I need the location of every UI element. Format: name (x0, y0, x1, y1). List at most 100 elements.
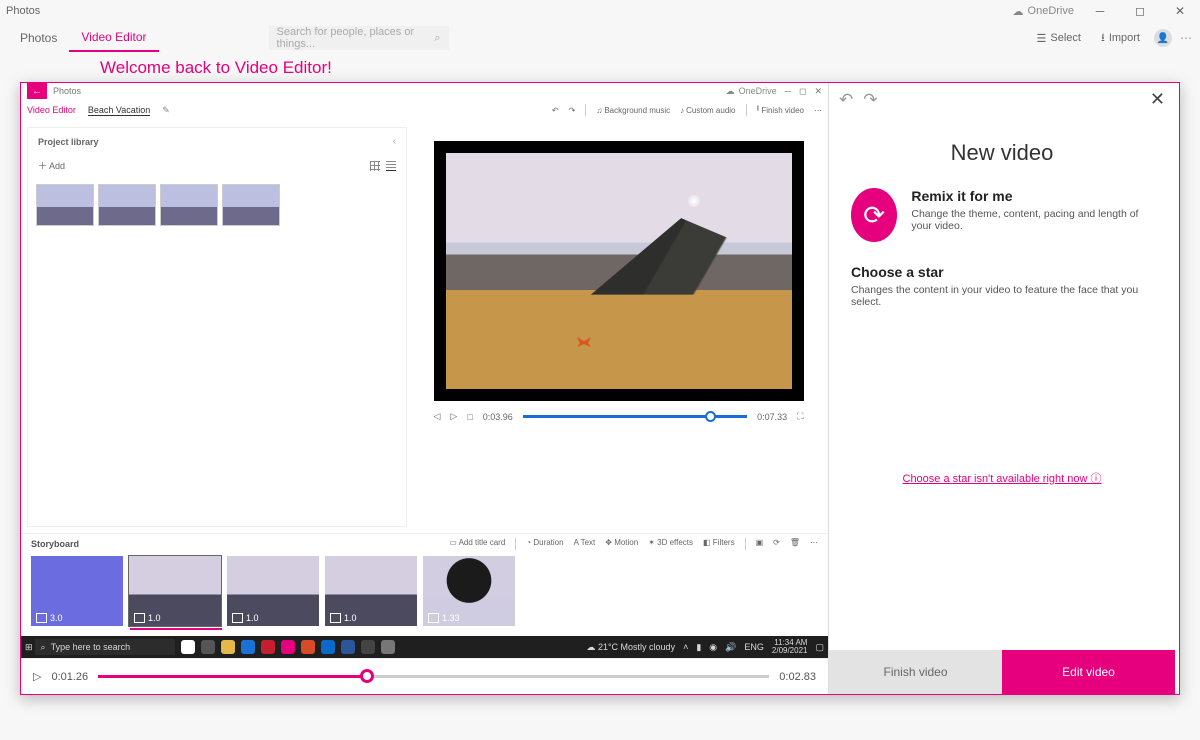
inner-minimize[interactable]: ─ (785, 86, 791, 96)
bg-music-button[interactable]: ♫ Background music (596, 106, 670, 115)
play-button[interactable]: ▷ (450, 411, 457, 422)
panel-undo-icon[interactable]: ↶ (839, 90, 853, 110)
inner-more-icon[interactable]: ⋯ (814, 106, 822, 115)
filters-button[interactable]: ◧ Filters (703, 538, 735, 550)
edit-video-button[interactable]: Edit video (1002, 650, 1175, 694)
more-icon[interactable]: ⋯ (1180, 31, 1192, 45)
motion-button[interactable]: ✥ Motion (605, 538, 638, 550)
taskview-icon[interactable] (201, 640, 215, 654)
taskbar-search[interactable]: ⌕Type here to search (35, 639, 175, 655)
onedrive-label[interactable]: OneDrive (1028, 5, 1074, 17)
prev-frame-button[interactable]: ◁ (434, 411, 441, 422)
finish-video-button[interactable]: Finish video (829, 650, 1002, 694)
avatar[interactable]: 👤 (1154, 29, 1172, 47)
app-icon[interactable] (321, 640, 335, 654)
library-thumb[interactable] (160, 184, 218, 226)
inner-maximize[interactable]: ◻ (799, 86, 806, 97)
timeline-handle[interactable] (360, 669, 374, 683)
stop-button[interactable]: □ (467, 412, 472, 422)
edge-icon[interactable] (241, 640, 255, 654)
add-title-card-button[interactable]: ▭ Add title card (449, 538, 505, 550)
clip-duration: 1.0 (232, 613, 259, 623)
storyboard-clip[interactable]: 1.33 (423, 556, 515, 626)
preview-video[interactable] (434, 141, 804, 401)
welcome-heading: Welcome back to Video Editor! (0, 54, 1200, 82)
maximize-button[interactable]: ◻ (1126, 4, 1154, 18)
delete-icon[interactable]: 🗑 (790, 538, 800, 550)
remix-icon: ⟳ (851, 188, 897, 242)
choose-star-option[interactable]: Choose a star Changes the content in you… (829, 242, 1175, 330)
clip-duration: 1.33 (428, 613, 460, 623)
explorer-icon[interactable] (221, 640, 235, 654)
finish-video-button[interactable]: ⭱ Finish video (757, 103, 805, 117)
add-button[interactable]: ＋ Add (38, 159, 65, 172)
play-button[interactable]: ▷ (33, 670, 41, 683)
3d-effects-button[interactable]: ✶ 3D effects (648, 538, 693, 550)
collapse-library-icon[interactable]: ‹ (393, 136, 396, 147)
custom-audio-button[interactable]: ♪ Custom audio (680, 106, 735, 115)
notifications-icon[interactable]: ▢ (815, 642, 824, 653)
tab-photos[interactable]: Photos (8, 25, 69, 51)
remix-option[interactable]: ⟳ Remix it for me Change the theme, cont… (829, 166, 1175, 242)
fullscreen-icon[interactable]: ⛶ (797, 411, 803, 422)
storyboard-clip[interactable]: 1.0 (129, 556, 221, 626)
inner-onedrive[interactable]: OneDrive (739, 86, 777, 96)
volume-icon[interactable]: 🔊 (725, 642, 736, 653)
text-button[interactable]: A Text (574, 538, 596, 550)
close-button[interactable]: ✕ (1166, 4, 1194, 18)
search-icon: ⌕ (434, 32, 440, 45)
panel-redo-icon[interactable]: ↷ (863, 90, 877, 110)
cortana-icon[interactable] (181, 640, 195, 654)
crop-icon[interactable]: ▣ (756, 538, 764, 550)
onedrive-icon: ☁ (1013, 5, 1024, 18)
library-thumb[interactable] (36, 184, 94, 226)
duration-button[interactable]: ◔ Duration (526, 538, 563, 550)
photos-icon[interactable] (281, 640, 295, 654)
preview-seek-track[interactable] (523, 415, 747, 418)
rotate-icon[interactable]: ⟳ (773, 538, 780, 550)
search-input[interactable]: Search for people, places or things... ⌕ (269, 26, 449, 50)
list-view-icon[interactable] (386, 161, 396, 171)
grid-view-icon[interactable] (370, 161, 380, 171)
tray-chevron-icon[interactable]: ˄ (683, 642, 688, 652)
lang-indicator[interactable]: ENG (744, 642, 764, 652)
wifi-icon[interactable]: ◉ (709, 642, 717, 653)
storyboard-clip[interactable]: 1.0 (227, 556, 319, 626)
minimize-button[interactable]: ─ (1086, 4, 1114, 18)
select-button[interactable]: ☰Select (1031, 28, 1087, 49)
inner-close[interactable]: ✕ (814, 86, 822, 97)
redo-icon[interactable]: ↷ (569, 106, 576, 115)
undo-icon[interactable]: ↶ (552, 106, 559, 115)
star-unavailable-link[interactable]: Choose a star isn't available right now … (829, 470, 1175, 486)
import-button[interactable]: ⭳Import (1095, 25, 1146, 52)
select-icon: ☰ (1037, 32, 1047, 45)
edit-name-icon[interactable]: ✎ (162, 105, 170, 116)
app-icon[interactable] (361, 640, 375, 654)
panel-title: New video (829, 140, 1175, 166)
tab-video-editor[interactable]: Video Editor (69, 24, 158, 52)
panel-close-icon[interactable]: ✕ (1150, 89, 1165, 110)
preview-time-current: 0:03.96 (483, 412, 513, 422)
start-icon[interactable]: ⊞ (25, 642, 33, 653)
battery-icon[interactable]: ▮ (696, 642, 701, 653)
seek-handle[interactable] (705, 411, 716, 422)
app-icon[interactable] (301, 640, 315, 654)
inner-app-title: Photos (53, 86, 81, 96)
clock[interactable]: 11:34 AM2/09/2021 (772, 639, 808, 655)
timeline-track[interactable] (98, 675, 769, 678)
settings-icon[interactable] (381, 640, 395, 654)
storyboard-clip[interactable]: 1.0 (325, 556, 417, 626)
inner-tab-video-editor[interactable]: Video Editor (27, 105, 76, 115)
inner-tab-project[interactable]: Beach Vacation (88, 105, 150, 116)
storyboard-clip[interactable]: 3.0 (31, 556, 123, 626)
opera-icon[interactable] (261, 640, 275, 654)
weather-widget[interactable]: ☁ 21°C Mostly cloudy (586, 642, 675, 653)
selection-indicator (130, 628, 222, 630)
library-thumb[interactable] (222, 184, 280, 226)
word-icon[interactable] (341, 640, 355, 654)
remix-title: Remix it for me (911, 188, 1153, 204)
back-button[interactable]: ← (27, 83, 47, 99)
story-more-icon[interactable]: ⋯ (810, 538, 818, 550)
library-title: Project library (38, 137, 99, 147)
library-thumb[interactable] (98, 184, 156, 226)
